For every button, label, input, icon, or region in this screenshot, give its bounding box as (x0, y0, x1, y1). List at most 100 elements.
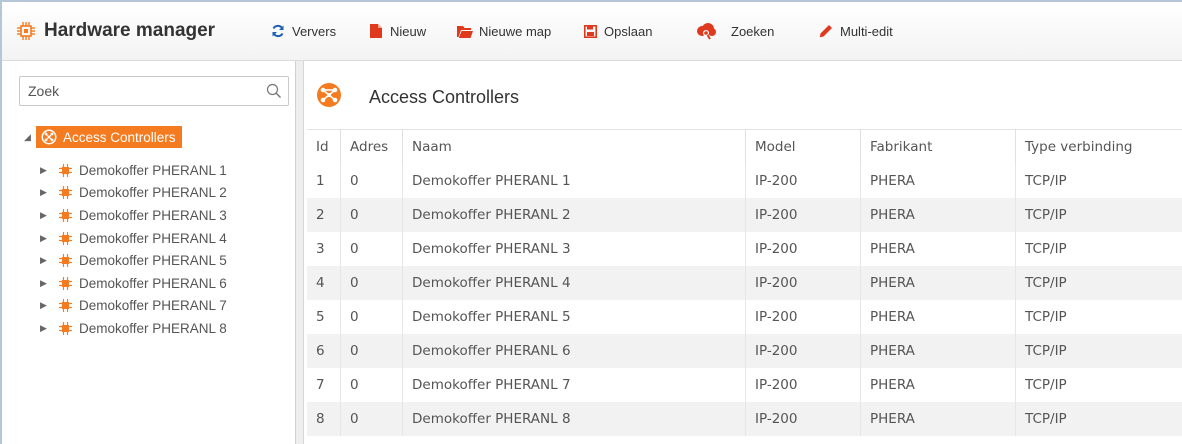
table-row[interactable]: 4 0 Demokoffer PHERANL 4 IP-200 PHERA TC… (307, 266, 1182, 300)
table-header-row: Id Adres Naam Model Fabrikant Type verbi… (307, 129, 1182, 164)
cloud-search-icon (695, 22, 717, 40)
app-title: Hardware manager (16, 2, 215, 60)
new-file-icon (368, 23, 384, 39)
table-row[interactable]: 8 0 Demokoffer PHERANL 8 IP-200 PHERA TC… (307, 402, 1182, 436)
save-button[interactable]: Opslaan (582, 2, 652, 60)
cell-fabrikant: PHERA (860, 198, 1016, 232)
collapsed-arrow-icon[interactable]: ▶ (40, 300, 52, 311)
new-button[interactable]: Nieuw (368, 2, 426, 60)
search-icon[interactable] (266, 83, 282, 99)
folder-icon (457, 23, 473, 39)
column-header-type-verbinding[interactable]: Type verbinding (1015, 129, 1182, 164)
new-label: Nieuw (390, 23, 427, 39)
multi-edit-label: Multi-edit (840, 23, 893, 39)
tree-item-label: Demokoffer PHERANL 1 (79, 162, 227, 178)
table-row[interactable]: 6 0 Demokoffer PHERANL 6 IP-200 PHERA TC… (307, 334, 1182, 368)
chip-icon (16, 21, 36, 41)
tree-children: ▶ Demokoffer PHERANL 1 ▶ Demokoffer PHERAN… (40, 159, 227, 340)
cell-fabrikant: PHERA (860, 402, 1016, 436)
tree-root-access-controllers[interactable]: ◢ Access Controllers (24, 126, 182, 148)
cell-type-verbinding: TCP/IP (1025, 309, 1067, 325)
new-folder-label: Nieuwe map (479, 23, 552, 39)
collapsed-arrow-icon[interactable]: ▶ (40, 187, 52, 198)
column-header-adres[interactable]: Adres (340, 129, 403, 164)
tree-item-demokoffer-7[interactable]: ▶ Demokoffer PHERANL 7 (40, 295, 227, 318)
cell-naam: Demokoffer PHERANL 5 (402, 300, 746, 334)
cell-id: 8 (307, 402, 341, 436)
tree-item-demokoffer-6[interactable]: ▶ Demokoffer PHERANL 6 (40, 272, 227, 295)
cell-model: IP-200 (745, 402, 861, 436)
chip-icon (58, 208, 73, 223)
table-row[interactable]: 3 0 Demokoffer PHERANL 3 IP-200 PHERA TC… (307, 232, 1182, 266)
tree-item-demokoffer-1[interactable]: ▶ Demokoffer PHERANL 1 (40, 159, 227, 182)
cell-fabrikant: PHERA (860, 164, 1016, 198)
cell-adres: 0 (340, 334, 403, 368)
refresh-icon (270, 23, 286, 39)
tree-root-selected[interactable]: Access Controllers (36, 126, 182, 148)
chip-icon (58, 185, 73, 200)
column-header-model[interactable]: Model (745, 129, 861, 164)
pencil-icon (818, 23, 834, 39)
table-row[interactable]: 1 0 Demokoffer PHERANL 1 IP-200 PHERA TC… (307, 164, 1182, 198)
save-label: Opslaan (604, 23, 653, 39)
cell-model: IP-200 (745, 164, 861, 198)
tree-item-demokoffer-2[interactable]: ▶ Demokoffer PHERANL 2 (40, 182, 227, 205)
cell-type-verbinding: TCP/IP (1025, 173, 1067, 189)
page-title: Access Controllers (369, 87, 520, 107)
tree-item-label: Demokoffer PHERANL 6 (79, 275, 227, 291)
cell-adres: 0 (340, 266, 403, 300)
table-row[interactable]: 2 0 Demokoffer PHERANL 2 IP-200 PHERA TC… (307, 198, 1182, 232)
cell-type-verbinding: TCP/IP (1015, 402, 1182, 436)
collapsed-arrow-icon[interactable]: ▶ (40, 255, 52, 266)
cell-id: 2 (307, 198, 341, 232)
new-folder-button[interactable]: Nieuwe map (457, 2, 551, 60)
network-icon (41, 129, 57, 145)
table-row[interactable]: 5 0 Demokoffer PHERANL 5 IP-200 PHERA TC… (307, 300, 1182, 334)
cell-id: 3 (307, 232, 341, 266)
tree-item-demokoffer-5[interactable]: ▶ Demokoffer PHERANL 5 (40, 249, 227, 272)
collapsed-arrow-icon[interactable]: ▶ (40, 278, 52, 289)
sidebar: ◢ Access Controllers ▶ Demokoffer PHERANL… (2, 61, 296, 444)
cell-naam: Demokoffer PHERANL 7 (402, 368, 746, 402)
cell-naam: Demokoffer PHERANL 8 (402, 402, 746, 436)
cell-fabrikant: PHERA (860, 232, 1016, 266)
tree-item-label: Demokoffer PHERANL 4 (79, 230, 227, 246)
cell-fabrikant: PHERA (860, 368, 1016, 402)
table-row[interactable]: 7 0 Demokoffer PHERANL 7 IP-200 PHERA TC… (307, 368, 1182, 402)
tree-root-label: Access Controllers (63, 129, 176, 145)
cell-type-verbinding: TCP/IP (1015, 266, 1182, 300)
column-header-fabrikant[interactable]: Fabrikant (860, 129, 1016, 164)
search-toolbar-button[interactable]: Zoeken (695, 2, 774, 60)
collapsed-arrow-icon[interactable]: ▶ (40, 210, 52, 221)
cell-model: IP-200 (745, 266, 861, 300)
tree-item-demokoffer-8[interactable]: ▶ Demokoffer PHERANL 8 (40, 317, 227, 340)
tree-item-label: Demokoffer PHERANL 3 (79, 207, 227, 223)
expanded-arrow-icon[interactable]: ◢ (24, 132, 36, 143)
collapsed-arrow-icon[interactable]: ▶ (40, 323, 52, 334)
cell-fabrikant: PHERA (860, 300, 1016, 334)
column-header-naam[interactable]: Naam (402, 129, 746, 164)
save-icon (582, 23, 598, 39)
tree-item-demokoffer-3[interactable]: ▶ Demokoffer PHERANL 3 (40, 204, 227, 227)
cell-type-verbinding: TCP/IP (1015, 198, 1182, 232)
search-box (19, 76, 289, 106)
cell-id: 4 (307, 266, 341, 300)
search-input[interactable] (20, 77, 276, 105)
collapsed-arrow-icon[interactable]: ▶ (40, 165, 52, 176)
toolbar: Hardware manager Ververs Nieuw Nieuwe ma… (2, 2, 1182, 61)
cell-naam: Demokoffer PHERANL 1 (402, 164, 746, 198)
cell-fabrikant: PHERA (860, 334, 1016, 368)
cell-model: IP-200 (745, 300, 861, 334)
column-header-id[interactable]: Id (307, 129, 341, 164)
tree-item-demokoffer-4[interactable]: ▶ Demokoffer PHERANL 4 (40, 227, 227, 250)
cell-model: IP-200 (745, 198, 861, 232)
cell-adres: 0 (340, 232, 403, 266)
multi-edit-button[interactable]: Multi-edit (818, 2, 893, 60)
collapsed-arrow-icon[interactable]: ▶ (40, 233, 52, 244)
panel-splitter[interactable] (296, 61, 304, 444)
cell-model: IP-200 (745, 232, 861, 266)
cell-adres: 0 (340, 198, 403, 232)
cell-type-verbinding: TCP/IP (1025, 377, 1067, 393)
chip-icon (58, 231, 73, 246)
refresh-button[interactable]: Ververs (270, 2, 336, 60)
